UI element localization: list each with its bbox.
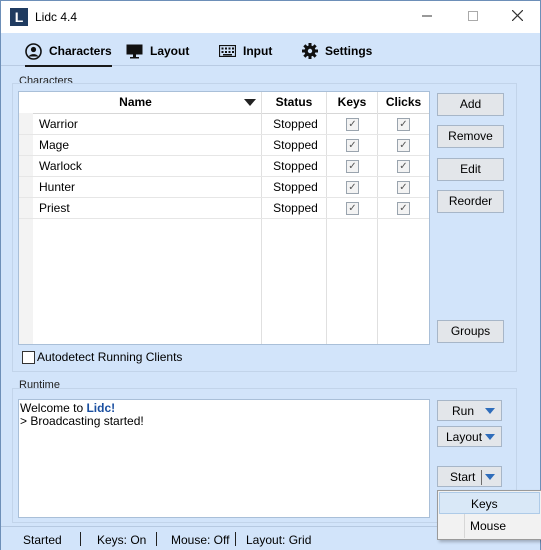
character-name: Warrior [39,117,78,131]
character-status: Stopped [273,180,318,194]
tab-layout[interactable]: Layout [126,39,189,63]
window-title: Lidc 4.4 [35,10,78,24]
log-brand-text: Lidc! [86,401,116,415]
clicks-checkbox[interactable]: ✓ [397,202,410,215]
characters-table[interactable]: Name Status Keys Clicks Warrior Stopped … [18,91,430,345]
status-keys: Keys: On [97,533,147,547]
chevron-down-icon [485,408,495,414]
app-window: L Lidc 4.4 Characters Layout Input Setti… [0,0,541,550]
person-icon [25,42,42,60]
status-state: Started [23,533,62,547]
gear-icon [302,43,318,59]
minimize-button[interactable] [404,1,450,33]
remove-button[interactable]: Remove [437,125,504,148]
close-button[interactable] [494,1,540,33]
filter-dropdown-icon[interactable] [244,99,256,106]
start-split-button[interactable]: Start [437,466,502,487]
column-header-name[interactable]: Name [33,92,238,113]
clicks-checkbox[interactable]: ✓ [397,118,410,131]
start-dropdown-menu: Keys Mouse [437,490,541,540]
table-row[interactable]: Hunter Stopped ✓ ✓ [19,177,429,198]
keys-checkbox[interactable]: ✓ [346,118,359,131]
close-icon [511,9,523,22]
add-button[interactable]: Add [437,93,504,116]
split-divider [481,470,482,485]
clicks-checkbox[interactable]: ✓ [397,160,410,173]
autodetect-label[interactable]: Autodetect Running Clients [37,350,182,364]
log-welcome-text: Welcome to [20,401,87,415]
maximize-button[interactable] [450,1,496,33]
tab-settings[interactable]: Settings [302,39,372,63]
log-line-welcome: Welcome to Lidc! [20,401,115,415]
edit-button[interactable]: Edit [437,158,504,181]
menu-item-keys[interactable]: Keys [439,492,540,514]
keys-checkbox[interactable]: ✓ [346,139,359,152]
character-name: Hunter [39,180,76,194]
column-header-status[interactable]: Status [262,92,326,113]
run-dropdown-button[interactable]: Run [437,400,502,421]
keys-checkbox[interactable]: ✓ [346,160,359,173]
column-header-clicks[interactable]: Clicks [378,92,429,113]
status-mouse: Mouse: Off [171,533,230,547]
tab-input[interactable]: Input [219,39,272,63]
status-layout: Layout: Grid [246,533,312,547]
status-separator [80,532,81,546]
character-status: Stopped [273,117,318,131]
tab-label: Layout [150,44,190,58]
start-button-label: Start [450,470,476,484]
log-line-broadcast: > Broadcasting started! [20,414,144,428]
tab-label: Settings [325,44,373,58]
minimize-icon [422,15,432,17]
tab-label: Characters [49,44,112,58]
layout-button-label: Layout [446,430,483,444]
tab-characters[interactable]: Characters [25,39,112,67]
app-logo-icon: L [10,8,28,26]
column-header-keys[interactable]: Keys [327,92,377,113]
keys-checkbox[interactable]: ✓ [346,202,359,215]
autodetect-checkbox[interactable] [22,351,35,364]
status-separator [235,532,236,546]
clicks-checkbox[interactable]: ✓ [397,181,410,194]
character-status: Stopped [273,159,318,173]
runtime-log[interactable]: Welcome to Lidc! > Broadcasting started! [18,399,430,518]
table-row[interactable]: Mage Stopped ✓ ✓ [19,135,429,156]
chevron-down-icon[interactable] [485,474,495,480]
run-button-label: Run [452,404,475,418]
clicks-checkbox[interactable]: ✓ [397,139,410,152]
status-separator [156,532,157,546]
table-row[interactable]: Warrior Stopped ✓ ✓ [19,114,429,135]
title-bar: L Lidc 4.4 [1,1,540,33]
character-status: Stopped [273,201,318,215]
keyboard-icon [219,45,236,57]
groups-button[interactable]: Groups [437,320,504,343]
reorder-button[interactable]: Reorder [437,190,504,213]
layout-dropdown-button[interactable]: Layout [437,426,502,447]
character-name: Warlock [39,159,82,173]
table-row[interactable]: Priest Stopped ✓ ✓ [19,198,429,219]
character-name: Mage [39,138,70,152]
character-status: Stopped [273,138,318,152]
monitor-icon [126,44,143,58]
table-header: Name Status Keys Clicks [19,92,429,114]
chevron-down-icon [485,434,495,440]
character-name: Priest [39,201,70,215]
keys-checkbox[interactable]: ✓ [346,181,359,194]
maximize-icon [468,11,478,21]
table-row[interactable]: Warlock Stopped ✓ ✓ [19,156,429,177]
tab-label: Input [243,44,273,58]
menu-item-mouse[interactable]: Mouse [439,515,540,537]
